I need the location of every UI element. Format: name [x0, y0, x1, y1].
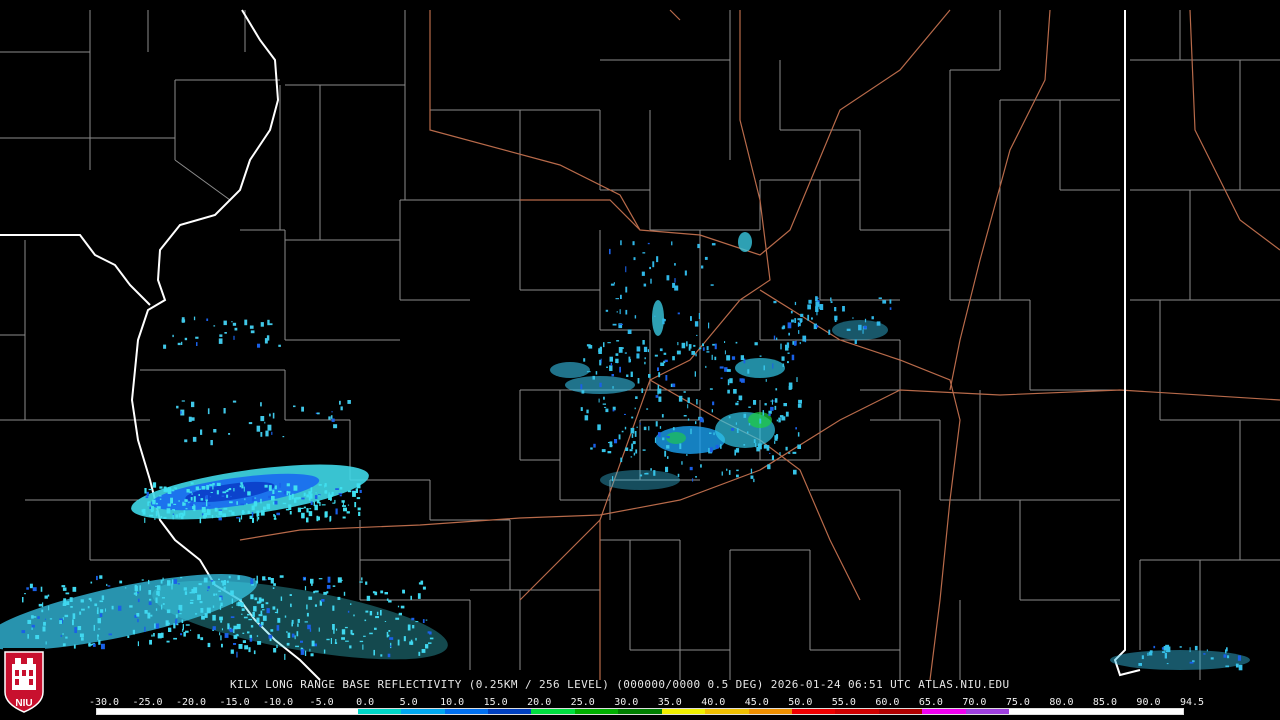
- logo-text: NIU: [15, 698, 32, 709]
- colorbar-segment: [748, 709, 792, 714]
- colorbar-segment: [792, 709, 836, 714]
- colorbar-segment: [314, 709, 358, 714]
- colorbar-segment: [357, 709, 402, 714]
- colorbar-segment: [97, 709, 141, 714]
- colorbar-segment: [878, 709, 923, 714]
- colorbar-label: 65.0: [918, 697, 943, 708]
- reflectivity-colorbar: [96, 708, 1184, 715]
- colorbar-label: 45.0: [744, 697, 769, 708]
- colorbar-label: 60.0: [875, 697, 900, 708]
- colorbar-segment: [183, 709, 228, 714]
- colorbar-label: -30.0: [88, 697, 120, 708]
- radar-map: [0, 9, 1280, 681]
- colorbar-label: -20.0: [175, 697, 207, 708]
- colorbar-label: 55.0: [831, 697, 856, 708]
- colorbar-segment: [531, 709, 575, 714]
- product-caption: KILX LONG RANGE BASE REFLECTIVITY (0.25K…: [230, 678, 1010, 691]
- colorbar-segment: [270, 709, 315, 714]
- colorbar-segment: [444, 709, 488, 714]
- colorbar-segment: [140, 709, 184, 714]
- niu-logo: NIU: [3, 648, 45, 716]
- colorbar-label: 15.0: [483, 697, 508, 708]
- colorbar-segment: [227, 709, 271, 714]
- colorbar-label: 80.0: [1049, 697, 1074, 708]
- colorbar-label: 0.0: [356, 697, 375, 708]
- colorbar-segment: [1052, 709, 1097, 714]
- colorbar-label: 40.0: [701, 697, 726, 708]
- colorbar-label: 25.0: [570, 697, 595, 708]
- colorbar-segment: [574, 709, 619, 714]
- colorbar-label: 10.0: [440, 697, 465, 708]
- colorbar-segment: [705, 709, 749, 714]
- colorbar-segment: [618, 709, 662, 714]
- colorbar-segment: [1096, 709, 1140, 714]
- colorbar-label: 50.0: [788, 697, 813, 708]
- colorbar-segment: [835, 709, 879, 714]
- radar-echoes: [0, 232, 1250, 670]
- colorbar-label: 85.0: [1092, 697, 1117, 708]
- colorbar-label: 20.0: [527, 697, 552, 708]
- colorbar-segment: [1009, 709, 1053, 714]
- colorbar-label: -25.0: [132, 697, 163, 708]
- colorbar-label: -15.0: [219, 697, 250, 708]
- colorbar-label: 90.0: [1136, 697, 1161, 708]
- colorbar-segment: [661, 709, 706, 714]
- colorbar-label: 70.0: [962, 697, 987, 708]
- colorbar-label: -5.0: [309, 697, 334, 708]
- colorbar-segment: [1139, 709, 1183, 714]
- colorbar-label: 75.0: [1005, 697, 1030, 708]
- colorbar-label: 35.0: [657, 697, 682, 708]
- colorbar-segment: [487, 709, 532, 714]
- colorbar-label: -10.0: [263, 697, 294, 708]
- colorbar-segment: [401, 709, 445, 714]
- colorbar-label: 94.5: [1179, 697, 1205, 708]
- colorbar-label: 30.0: [614, 697, 639, 708]
- colorbar-segment: [965, 709, 1010, 714]
- colorbar-label: 5.0: [399, 697, 418, 708]
- colorbar-segment: [922, 709, 966, 714]
